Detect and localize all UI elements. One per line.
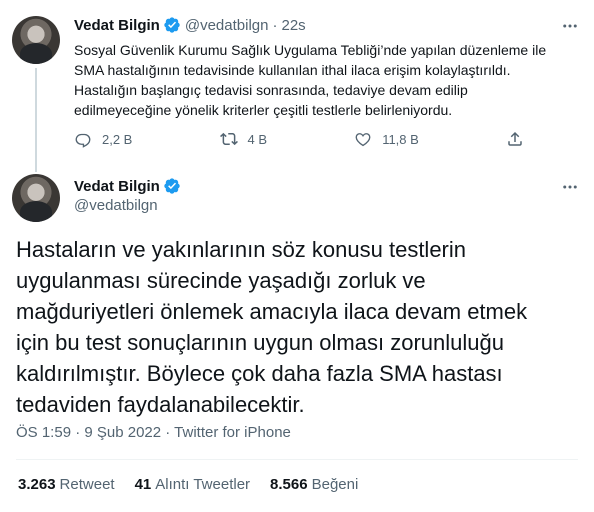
- more-button[interactable]: [558, 16, 582, 36]
- likes-stat[interactable]: 8.566 Beğeni: [270, 476, 358, 493]
- avatar[interactable]: [12, 16, 60, 64]
- share-button[interactable]: [506, 130, 534, 148]
- verified-badge-icon: [164, 178, 180, 194]
- retweet-button[interactable]: 4 B: [219, 130, 268, 148]
- avatar[interactable]: [12, 174, 60, 222]
- quotes-label: Alıntı Tweetler: [155, 476, 251, 493]
- likes-label: Beğeni: [311, 476, 359, 493]
- thread-line: [35, 68, 37, 172]
- share-icon: [508, 131, 522, 146]
- quotes-stat[interactable]: 41 Alıntı Tweetler: [135, 476, 250, 493]
- tweet-text-line: mağduriyetleri önlemek amacıyla ilaca de…: [16, 299, 528, 324]
- tweet-text-line: edilmeyeceğine yönelik kriterler çeşitli…: [74, 102, 453, 118]
- tweet-text-line: uygulanması sürecinde yaşadığı zorluk ve: [16, 268, 426, 293]
- tweet-text-line: Hastaların ve yakınlarının söz konusu te…: [16, 237, 467, 262]
- tweet-stats: 3.263 Retweet 41 Alıntı Tweetler 8.566 Beğe…: [18, 476, 378, 493]
- like-icon: [355, 133, 371, 147]
- reply-icon: [75, 133, 91, 148]
- author-name[interactable]: Vedat Bilgin: [74, 178, 160, 195]
- separator-dot: ·: [272, 16, 278, 34]
- like-count: 11,8 B: [382, 131, 419, 147]
- main-tweet-header: Vedat Bilgin: [74, 177, 181, 195]
- retweet-count: 4 B: [247, 131, 268, 147]
- reply-tweet-header: Vedat Bilgin @vedatbilgn · 22s: [74, 16, 306, 34]
- author-name[interactable]: Vedat Bilgin: [74, 17, 160, 34]
- author-handle[interactable]: @vedatbilgn: [74, 197, 158, 214]
- reply-tweet-text: Sosyal Güvenlik Kurumu Sağlık Uygulama T…: [74, 40, 582, 120]
- reply-count: 2,2 B: [102, 131, 133, 147]
- more-button[interactable]: [558, 177, 582, 197]
- reply-button[interactable]: 2,2 B: [74, 130, 132, 148]
- retweets-label: Retweet: [59, 476, 115, 493]
- divider: [16, 459, 578, 460]
- verified-badge-icon: [164, 17, 180, 33]
- retweets-count: 3.263: [18, 476, 56, 493]
- retweets-stat[interactable]: 3.263 Retweet: [18, 476, 115, 493]
- tweet-text-line: Hastalığın başlangıç tedavisi sonrasında…: [74, 82, 468, 98]
- tweet-text-line: tedaviden faydalanabilecektir.: [16, 392, 305, 417]
- retweet-icon: [219, 132, 238, 146]
- tweet-text-line: Sosyal Güvenlik Kurumu Sağlık Uygulama T…: [74, 42, 547, 58]
- tweet-actions: 2,2 B 4 B 11,8 B: [74, 130, 534, 148]
- more-icon: [563, 185, 577, 189]
- main-tweet-text: Hastaların ve yakınlarının söz konusu te…: [16, 234, 586, 420]
- tweet-text-line: için bu test sonuçlarının uygun olması z…: [16, 330, 504, 355]
- tweet-text-line: kaldırılmıştır. Böylece çok daha fazla S…: [16, 361, 503, 386]
- likes-count: 8.566: [270, 476, 308, 493]
- more-icon: [563, 24, 577, 28]
- tweet-timestamp[interactable]: ÖS 1:59 · 9 Şub 2022 · Twitter for iPhon…: [16, 424, 291, 441]
- tweet-time[interactable]: 22s: [281, 17, 305, 34]
- quotes-count: 41: [134, 476, 152, 493]
- author-handle[interactable]: @vedatbilgn: [185, 17, 269, 34]
- like-button[interactable]: 11,8 B: [354, 130, 419, 148]
- tweet-text-line: SMA hastalığının tedavisinde kullanılan …: [74, 62, 511, 78]
